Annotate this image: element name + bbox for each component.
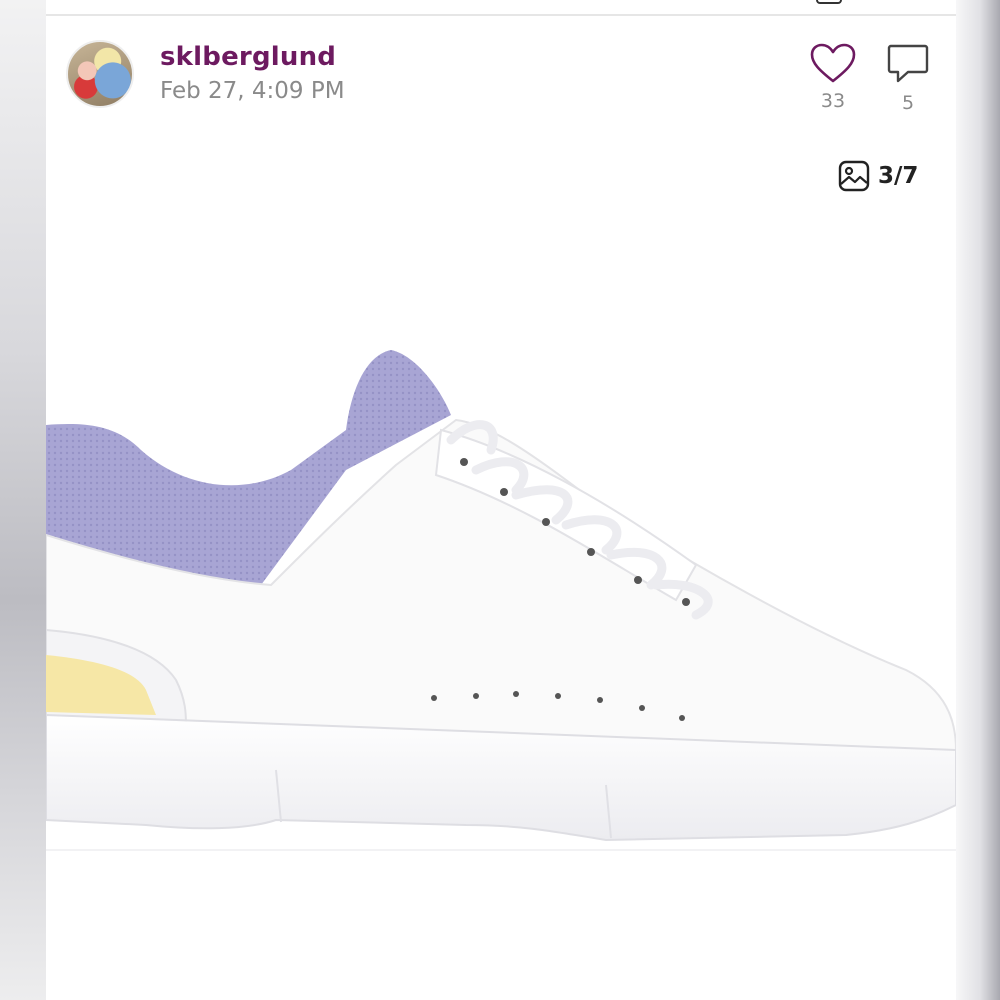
avatar[interactable] [66, 40, 134, 108]
post-card: sklberglund Feb 27, 4:09 PM 33 5 3/7 [46, 0, 956, 1000]
like-count: 33 [820, 90, 846, 112]
photo-counter: 3/7 [838, 160, 918, 192]
menu-icon-partial[interactable] [816, 0, 842, 4]
background-right-edge [956, 0, 1000, 1000]
username-link[interactable]: sklberglund [160, 42, 336, 72]
background-left-edge [0, 0, 46, 1000]
image-icon [838, 160, 870, 192]
post-timestamp: Feb 27, 4:09 PM [160, 78, 345, 104]
like-button[interactable]: 33 [808, 42, 858, 112]
comment-button[interactable]: 5 [884, 42, 932, 114]
top-divider [46, 14, 956, 16]
photo-index: 3/7 [878, 163, 919, 189]
product-photo-sneaker[interactable] [46, 330, 956, 860]
heart-outline-icon[interactable] [809, 42, 857, 84]
comment-count: 5 [901, 92, 915, 114]
speech-bubble-icon[interactable] [886, 42, 930, 86]
